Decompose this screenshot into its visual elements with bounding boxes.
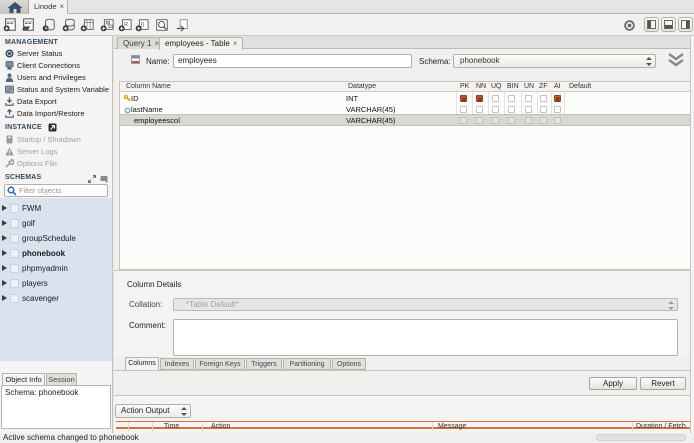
svg-text:R: R [124, 22, 128, 28]
